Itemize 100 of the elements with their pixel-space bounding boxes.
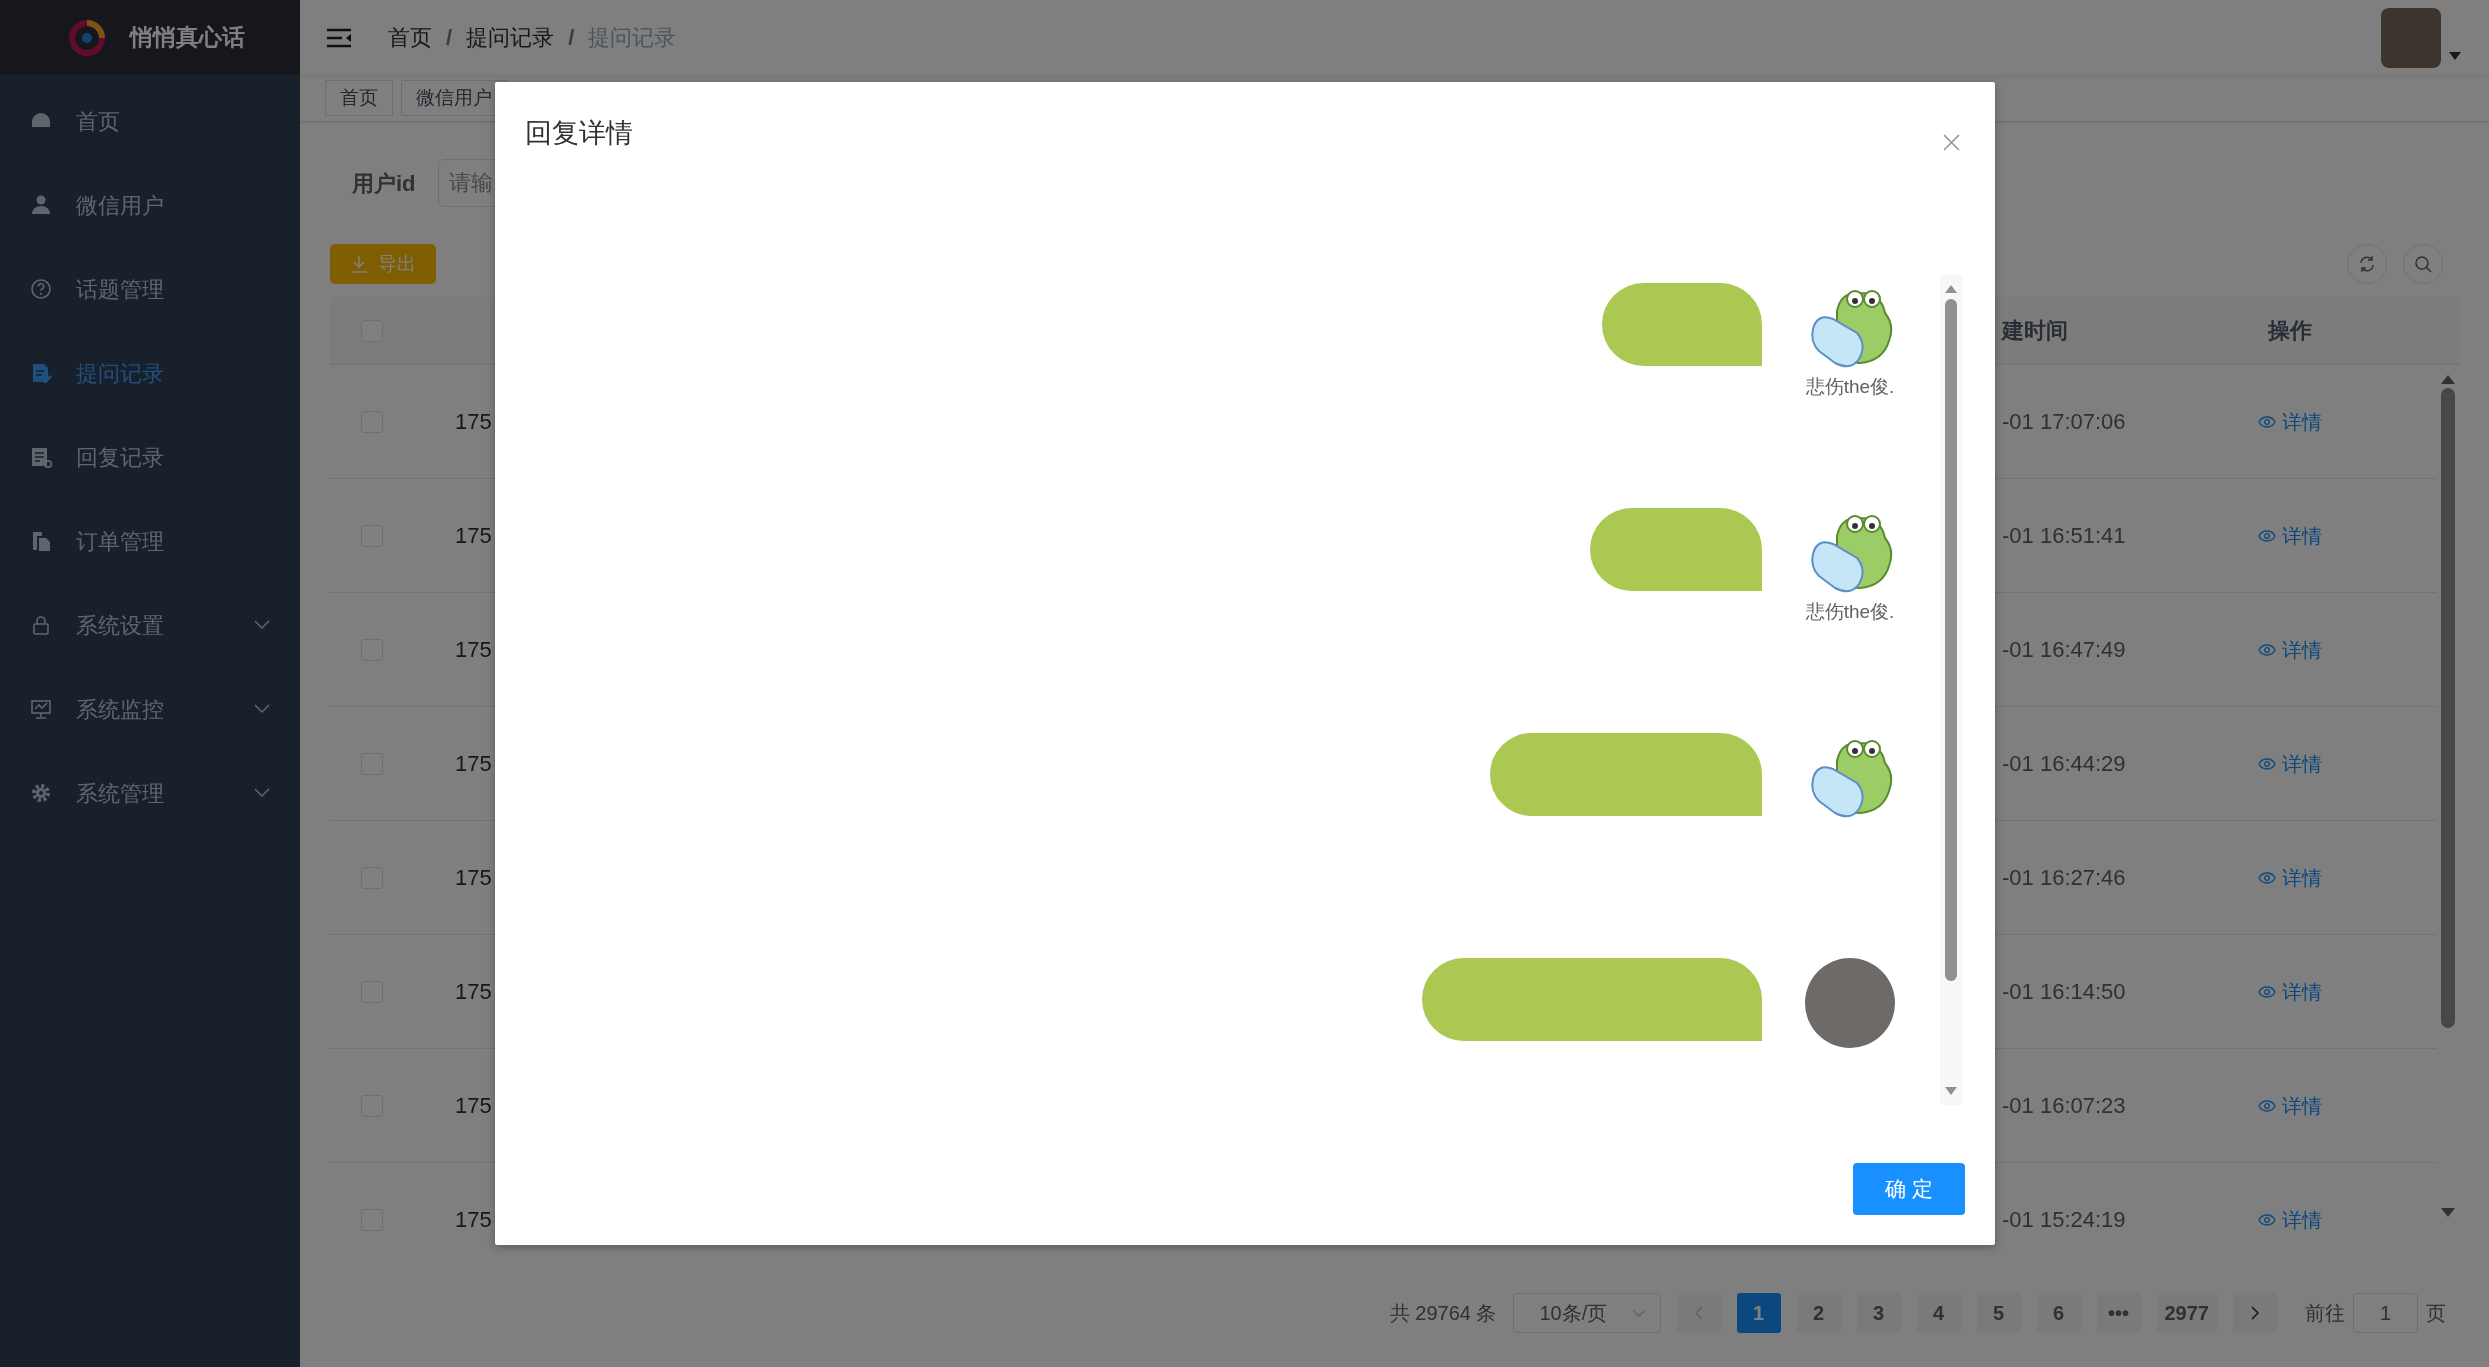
page-unit-label: 页 bbox=[2426, 1301, 2446, 1326]
user-name: 悲伤the俊. bbox=[1805, 600, 1895, 624]
table-cell-text: -01 16:07:23 bbox=[2001, 1092, 2126, 1120]
photo-placeholder[interactable] bbox=[2381, 7, 2441, 68]
details-link[interactable]: 详情 bbox=[2258, 406, 2322, 437]
next-page-button[interactable] bbox=[2233, 1293, 2277, 1333]
details-link[interactable]: 详情 bbox=[2258, 748, 2322, 779]
table-cell-text: -01 16:27:46 bbox=[2001, 864, 2126, 892]
page-button[interactable]: 4 bbox=[1916, 1293, 1961, 1333]
sidebar-item[interactable]: 系统监控 bbox=[0, 667, 300, 751]
breadcrumb-separator: / bbox=[446, 24, 453, 52]
field-label: 用户id bbox=[352, 169, 416, 198]
page-button[interactable]: 2 bbox=[1796, 1293, 1841, 1333]
chevron-down-icon bbox=[254, 704, 270, 714]
table-cell-text: 175 bbox=[454, 1206, 492, 1234]
menu-icon bbox=[30, 782, 52, 804]
menu-toggle-icon[interactable] bbox=[327, 27, 351, 48]
search-button[interactable] bbox=[2403, 244, 2443, 284]
table-cell-text: 175 bbox=[454, 978, 492, 1006]
chevron-down-icon bbox=[254, 788, 270, 798]
table-cell-text: 175 bbox=[454, 864, 492, 892]
table-cell-text: 175 bbox=[454, 522, 492, 550]
menu-icon bbox=[30, 194, 52, 216]
sidebar-item[interactable]: 微信用户 bbox=[0, 163, 300, 247]
sidebar-item[interactable]: 首页 bbox=[0, 79, 300, 163]
export-button[interactable]: 导出 bbox=[330, 244, 436, 284]
table-cell-text: -01 15:24:19 bbox=[2001, 1206, 2126, 1234]
app-title: 悄悄真心话 bbox=[130, 23, 245, 53]
search-icon bbox=[2414, 255, 2432, 273]
details-link[interactable]: 详情 bbox=[2258, 1090, 2322, 1121]
sidebar-item[interactable]: 话题管理 bbox=[0, 247, 300, 331]
dialog-title: 回复详情 bbox=[525, 117, 633, 150]
chevron-down-icon bbox=[254, 620, 270, 630]
close-icon bbox=[1943, 133, 1960, 151]
menu-icon bbox=[30, 614, 52, 636]
table-cell-text: 175 bbox=[454, 408, 492, 436]
caret-down-icon[interactable] bbox=[2449, 51, 2461, 60]
details-link[interactable]: 详情 bbox=[2258, 520, 2322, 551]
table-cell-text: -01 16:51:41 bbox=[2001, 522, 2126, 550]
table-cell-text: 175 bbox=[454, 750, 492, 778]
page-button[interactable]: 6 bbox=[2036, 1293, 2081, 1333]
table-cell-text: 175 bbox=[454, 636, 492, 664]
page-input[interactable]: 1 bbox=[2353, 1293, 2418, 1333]
eye-icon bbox=[2258, 643, 2276, 656]
sidebar-item[interactable]: 订单管理 bbox=[0, 499, 300, 583]
scroll-up-icon[interactable] bbox=[2441, 375, 2455, 384]
menu-icon bbox=[30, 362, 52, 384]
total-count: 共 29764 条 bbox=[1389, 1301, 1497, 1326]
eye-icon bbox=[2258, 1099, 2276, 1112]
sidebar-item[interactable]: 系统设置 bbox=[0, 583, 300, 667]
page-button[interactable]: 5 bbox=[1976, 1293, 2021, 1333]
table-cell-text: -01 16:47:49 bbox=[2001, 636, 2126, 664]
scrollbar-thumb[interactable] bbox=[1945, 299, 1957, 981]
table-cell-text: -01 16:14:50 bbox=[2001, 978, 2126, 1006]
chevron-left-icon bbox=[1694, 1306, 1703, 1320]
menu-icon bbox=[30, 446, 52, 468]
goto-label: 前往 bbox=[2305, 1301, 2345, 1326]
logo-icon bbox=[68, 18, 106, 57]
sidebar-item[interactable]: 系统管理 bbox=[0, 751, 300, 835]
eye-icon bbox=[2258, 757, 2276, 770]
eye-icon bbox=[2258, 529, 2276, 542]
eye-icon bbox=[2258, 1213, 2276, 1226]
breadcrumb-separator: / bbox=[568, 24, 575, 52]
table-cell-text: 175 bbox=[454, 1092, 492, 1120]
column-header: 操作 bbox=[2268, 317, 2312, 345]
refresh-icon bbox=[2358, 255, 2376, 273]
scrollbar-thumb[interactable] bbox=[2441, 388, 2455, 1028]
refresh-button[interactable] bbox=[2347, 244, 2387, 284]
page-button[interactable]: 3 bbox=[1856, 1293, 1901, 1333]
scroll-up-icon[interactable] bbox=[1945, 285, 1957, 293]
details-link[interactable]: 详情 bbox=[2258, 862, 2322, 893]
column-header: 建时间 bbox=[2000, 317, 2068, 345]
chevron-right-icon bbox=[2250, 1306, 2260, 1320]
previous-page-button[interactable] bbox=[1676, 1293, 1721, 1333]
chevron-down-icon bbox=[1631, 1309, 1646, 1317]
details-link[interactable]: 详情 bbox=[2258, 976, 2322, 1007]
page-button[interactable]: ••• bbox=[2096, 1293, 2141, 1333]
breadcrumb-item[interactable]: 首页 bbox=[388, 21, 432, 54]
breadcrumb-item[interactable]: 提问记录 bbox=[466, 21, 555, 54]
eye-icon bbox=[2258, 985, 2276, 998]
eye-icon bbox=[2258, 871, 2276, 884]
menu-icon bbox=[30, 278, 52, 300]
page-button[interactable]: 2977 bbox=[2156, 1293, 2217, 1333]
confirm-button[interactable]: 确 定 bbox=[1853, 1163, 1965, 1215]
table-cell-text: -01 16:44:29 bbox=[2001, 750, 2126, 778]
table-cell-text: -01 17:07:06 bbox=[2001, 408, 2126, 436]
details-link[interactable]: 详情 bbox=[2258, 1204, 2322, 1235]
menu-icon bbox=[30, 530, 52, 552]
details-link[interactable]: 详情 bbox=[2258, 634, 2322, 665]
scroll-down-icon[interactable] bbox=[2441, 1208, 2455, 1217]
page-button[interactable]: 1 bbox=[1736, 1293, 1781, 1333]
download-icon bbox=[350, 255, 368, 273]
page-size-select[interactable]: 10条/页 bbox=[1512, 1293, 1661, 1333]
menu-icon bbox=[30, 698, 52, 720]
sidebar-item[interactable]: 提问记录 bbox=[0, 331, 300, 415]
eye-icon bbox=[2258, 415, 2276, 428]
sidebar-item[interactable]: 回复记录 bbox=[0, 415, 300, 499]
page-tab[interactable]: 首页 bbox=[325, 80, 393, 116]
user-name: 悲伤the俊. bbox=[1805, 375, 1895, 399]
scroll-down-icon[interactable] bbox=[1945, 1087, 1957, 1095]
